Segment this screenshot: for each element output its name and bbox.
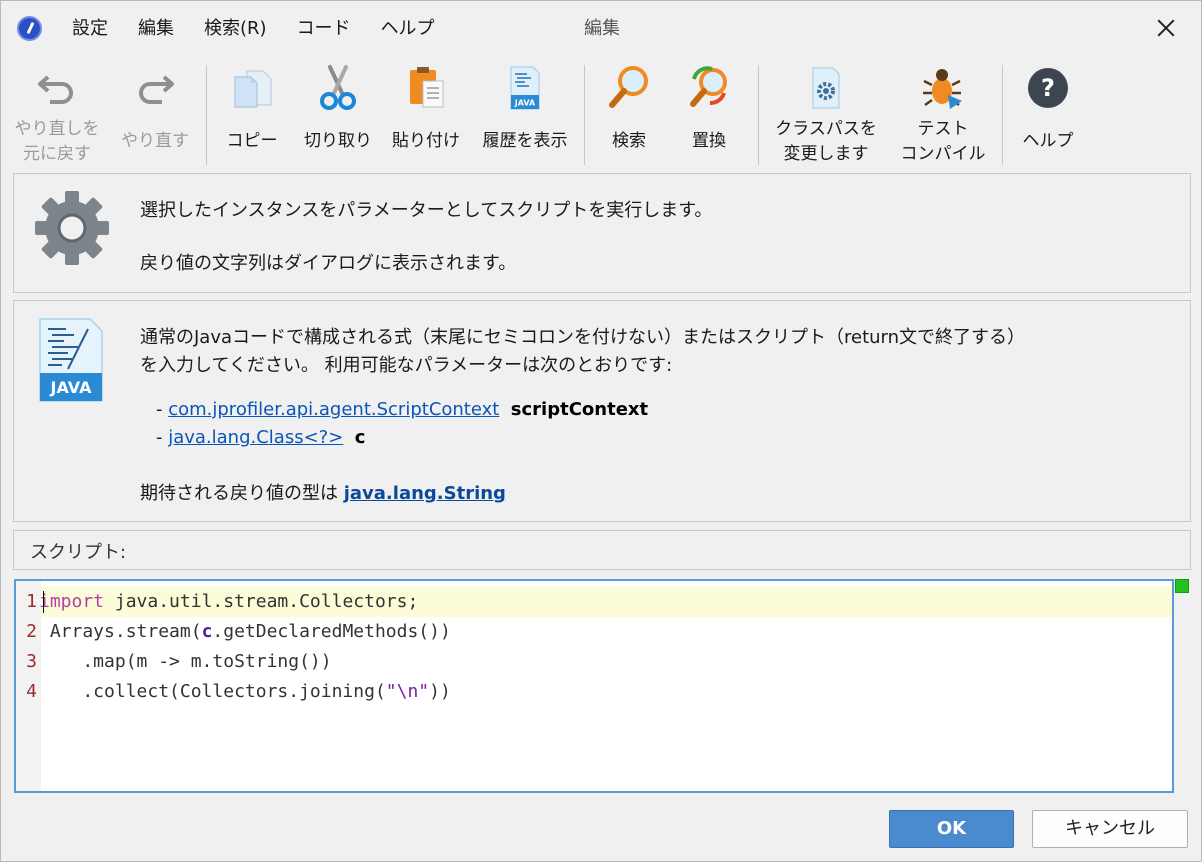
- text-caret: [43, 591, 44, 613]
- svg-text:JAVA: JAVA: [50, 378, 93, 397]
- line-number: 4: [26, 681, 37, 702]
- menu-search[interactable]: 検索(R): [189, 17, 282, 41]
- param-name: scriptContext: [510, 399, 649, 420]
- find-label: 検索: [612, 131, 646, 151]
- change-classpath-label: クラスパスを 変更します: [775, 119, 877, 164]
- param-prefix: -: [156, 427, 169, 448]
- line-number: 3: [26, 651, 37, 672]
- toolbar-separator: [758, 65, 759, 165]
- replace-icon: [690, 66, 727, 107]
- gear-icon: [35, 191, 109, 265]
- cut-button[interactable]: 切り取り: [297, 57, 379, 169]
- window-title: 編集: [584, 18, 620, 39]
- param-item: - com.jprofiler.api.agent.ScriptContext …: [156, 396, 648, 424]
- return-type-prefix: 期待される戻り値の型は: [140, 483, 344, 504]
- scissors-icon: [320, 65, 356, 110]
- param-type-link[interactable]: java.lang.Class<?>: [168, 427, 343, 448]
- classpath-gear-icon: [812, 67, 840, 109]
- cancel-button[interactable]: キャンセル: [1032, 810, 1188, 848]
- clipboard-icon: [410, 67, 444, 108]
- code-variable: c: [201, 621, 213, 642]
- code-keyword: import: [39, 591, 105, 612]
- magnifier-icon: [609, 66, 648, 108]
- param-name: c: [354, 427, 366, 448]
- show-history-button[interactable]: JAVA 履歴を表示: [473, 57, 577, 169]
- code-text: .map(m -> m.toString()): [39, 651, 332, 672]
- toolbar: やり直しを 元に戻す やり直す コピー 切り取り 貼り付け JAVA 履歴を表示…: [1, 57, 1201, 169]
- line-number: 1: [26, 591, 37, 612]
- code-text: )): [429, 681, 451, 702]
- code-line: 4 .collect(Collectors.joining("\n")): [16, 677, 451, 707]
- menu-bar: 設定 編集 検索(R) コード ヘルプ: [57, 17, 450, 41]
- menu-help[interactable]: ヘルプ: [366, 17, 450, 41]
- dialog-window: 設定 編集 検索(R) コード ヘルプ 編集 やり直しを 元に戻す やり直す コ…: [0, 0, 1202, 862]
- title-bar: 設定 編集 検索(R) コード ヘルプ 編集: [1, 1, 1201, 55]
- info-panel: JAVA 通常のJavaコードで構成される式（末尾にセミコロンを付けない）または…: [13, 300, 1191, 522]
- undo-button[interactable]: やり直しを 元に戻す: [5, 57, 109, 169]
- test-compile-label: テスト コンパイル: [900, 119, 986, 164]
- return-type-line: 期待される戻り値の型は java.lang.String: [140, 480, 506, 508]
- menu-settings[interactable]: 設定: [57, 17, 123, 41]
- return-type-link[interactable]: java.lang.String: [344, 483, 506, 504]
- code-line: 1 import java.util.stream.Collectors;: [16, 587, 418, 617]
- info-line-1: 通常のJavaコードで構成される式（末尾にセミコロンを付けない）またはスクリプト…: [140, 327, 1026, 348]
- param-item: - java.lang.Class<?> c: [156, 424, 365, 452]
- copy-button[interactable]: コピー: [213, 57, 291, 169]
- toolbar-separator: [584, 65, 585, 165]
- help-icon: ?: [1028, 68, 1068, 108]
- menu-code[interactable]: コード: [282, 17, 366, 41]
- ok-button[interactable]: OK: [889, 810, 1014, 848]
- find-button[interactable]: 検索: [593, 57, 665, 169]
- bug-icon: [923, 69, 962, 109]
- help-label: ヘルプ: [1022, 131, 1074, 151]
- cut-label: 切り取り: [304, 131, 372, 151]
- test-compile-button[interactable]: テスト コンパイル: [891, 57, 995, 169]
- description-panel: 選択したインスタンスをパラメーターとしてスクリプトを実行します。 戻り値の文字列…: [13, 173, 1191, 293]
- info-line-2: を入力してください。 利用可能なパラメーターは次のとおりです:: [140, 355, 673, 376]
- param-type-link[interactable]: com.jprofiler.api.agent.ScriptContext: [168, 399, 499, 420]
- code-text: .getDeclaredMethods()): [212, 621, 451, 642]
- code-text: Arrays.stream(: [39, 621, 202, 642]
- svg-text:?: ?: [1041, 74, 1055, 102]
- code-line: 3 .map(m -> m.toString()): [16, 647, 332, 677]
- code-string: "\n": [385, 681, 430, 702]
- java-history-icon: JAVA: [510, 66, 540, 110]
- copy-icon: [234, 70, 272, 108]
- paste-label: 貼り付け: [392, 131, 460, 151]
- svg-text:JAVA: JAVA: [514, 99, 536, 108]
- description-line-2: 戻り値の文字列はダイアログに表示されます。: [140, 253, 517, 274]
- change-classpath-button[interactable]: クラスパスを 変更します: [765, 57, 887, 169]
- copy-label: コピー: [226, 131, 278, 151]
- undo-icon: [38, 75, 73, 104]
- code-text: .collect(Collectors.joining(: [39, 681, 386, 702]
- redo-icon: [139, 75, 174, 104]
- replace-button[interactable]: 置換: [673, 57, 745, 169]
- app-icon: [17, 16, 42, 41]
- redo-label: やり直す: [121, 131, 189, 151]
- help-button[interactable]: ? ヘルプ: [1009, 57, 1087, 169]
- java-file-icon: JAVA: [39, 318, 103, 402]
- line-number: 2: [26, 621, 37, 642]
- description-line-1: 選択したインスタンスをパラメーターとしてスクリプトを実行します。: [140, 200, 713, 221]
- toolbar-separator: [206, 65, 207, 165]
- toolbar-separator: [1002, 65, 1003, 165]
- script-label: スクリプト:: [30, 542, 127, 563]
- syntax-status-indicator: [1175, 579, 1189, 593]
- script-label-panel: スクリプト:: [13, 530, 1191, 570]
- close-icon[interactable]: [1149, 11, 1183, 45]
- code-editor[interactable]: 1 import java.util.stream.Collectors; 2 A…: [14, 579, 1174, 793]
- replace-label: 置換: [692, 131, 726, 151]
- show-history-label: 履歴を表示: [482, 131, 568, 151]
- redo-button[interactable]: やり直す: [111, 57, 199, 169]
- menu-edit[interactable]: 編集: [123, 17, 189, 41]
- param-prefix: -: [156, 399, 169, 420]
- code-text: java.util.stream.Collectors;: [104, 591, 419, 612]
- paste-button[interactable]: 貼り付け: [385, 57, 467, 169]
- undo-label: やり直しを 元に戻す: [14, 119, 100, 164]
- code-line: 2 Arrays.stream(c.getDeclaredMethods()): [16, 617, 451, 647]
